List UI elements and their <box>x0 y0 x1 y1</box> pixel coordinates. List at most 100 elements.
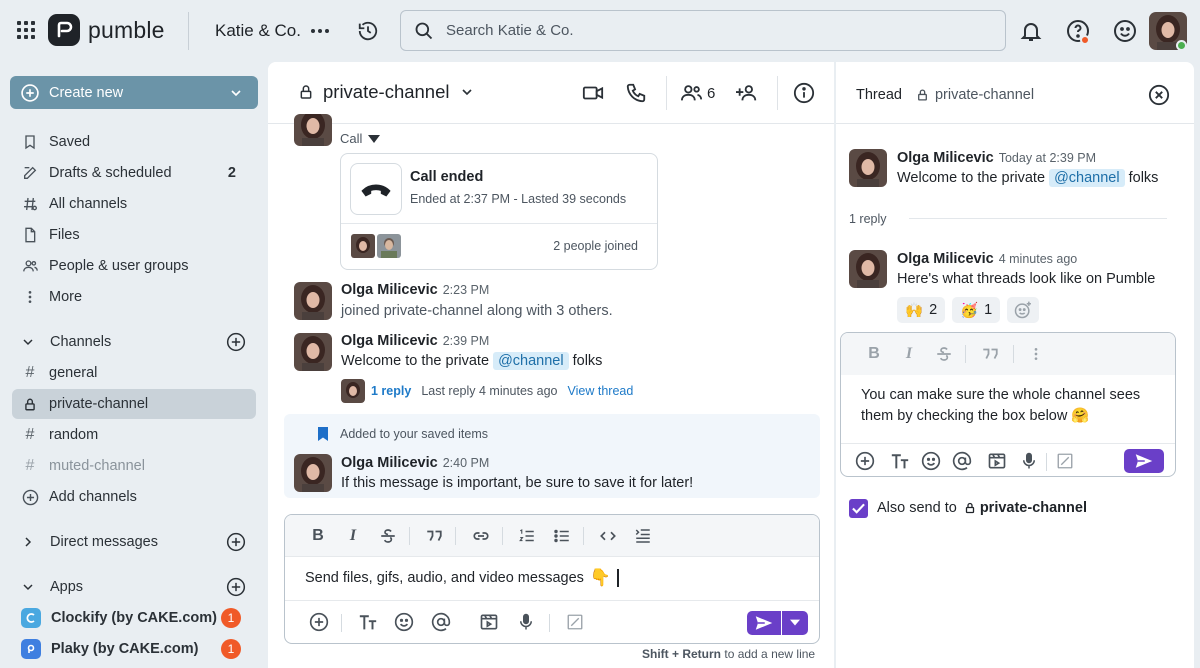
message-time[interactable]: 2:39 PM <box>443 334 490 348</box>
quote-icon[interactable] <box>424 526 444 546</box>
send-options-button[interactable] <box>782 611 808 635</box>
video-clip-icon[interactable] <box>986 450 1008 472</box>
numbered-list-icon[interactable] <box>517 526 537 546</box>
message-author[interactable]: Olga Milicevic <box>341 333 438 349</box>
message-avatar[interactable] <box>849 250 887 288</box>
microphone-icon[interactable] <box>515 611 537 633</box>
sidebar-item-plaky[interactable]: Plaky (by CAKE.com) <box>12 634 256 664</box>
apps-grid-icon[interactable] <box>16 20 36 40</box>
plus-circle-icon[interactable] <box>854 450 876 472</box>
workspace-name[interactable]: Katie & Co. <box>215 21 301 41</box>
message-avatar[interactable] <box>849 149 887 187</box>
message-avatar[interactable] <box>294 333 332 371</box>
bell-icon[interactable] <box>1019 19 1043 43</box>
more-vertical-icon[interactable] <box>1026 344 1046 364</box>
add-channel-icon[interactable] <box>226 332 246 352</box>
bold-icon[interactable]: B <box>308 526 328 546</box>
message-time[interactable]: Today at 2:39 PM <box>999 151 1096 165</box>
strikethrough-icon[interactable] <box>378 526 398 546</box>
add-member-icon[interactable] <box>735 82 757 104</box>
sidebar-item-clockify[interactable]: Clockify (by CAKE.com) <box>12 603 256 633</box>
mention-icon[interactable] <box>951 450 973 472</box>
history-icon[interactable] <box>357 20 379 42</box>
channel-mention[interactable]: @channel <box>1049 169 1125 187</box>
message-time[interactable]: 2:40 PM <box>443 456 490 470</box>
message-author[interactable]: Olga Milicevic <box>897 251 994 267</box>
message-author-row: Olga Milicevic 2:23 PM <box>341 282 489 298</box>
divider <box>409 527 410 545</box>
strikethrough-icon[interactable] <box>934 344 954 364</box>
italic-icon[interactable]: I <box>343 526 363 546</box>
message-time[interactable]: 4 minutes ago <box>999 252 1078 266</box>
channels-section-header[interactable]: Channels <box>20 327 256 357</box>
reaction-chip[interactable]: 🥳 1 <box>952 297 1001 323</box>
link-icon[interactable] <box>471 526 491 546</box>
emoji-icon[interactable] <box>920 450 942 472</box>
sidebar-item-general[interactable]: # general <box>12 358 256 388</box>
message-avatar[interactable] <box>294 282 332 320</box>
message-author[interactable]: Olga Milicevic <box>341 455 438 471</box>
emoji-icon[interactable] <box>393 611 415 633</box>
channel-title-button[interactable]: private-channel <box>298 81 475 103</box>
draw-icon[interactable] <box>1054 450 1076 472</box>
message-avatar[interactable] <box>294 454 332 492</box>
also-send-checkbox[interactable] <box>849 499 868 518</box>
caret-down-icon[interactable] <box>368 134 381 144</box>
bold-icon[interactable]: B <box>864 344 884 364</box>
microphone-icon[interactable] <box>1018 450 1040 472</box>
channel-mention[interactable]: @channel <box>493 352 569 370</box>
sidebar-item-all-channels[interactable]: All channels <box>12 189 256 219</box>
sidebar-item-random[interactable]: # random <box>12 420 256 450</box>
direct-messages-section-header[interactable]: Direct messages <box>20 527 256 557</box>
add-direct-message-icon[interactable] <box>226 532 246 552</box>
sidebar-item-muted-channel[interactable]: # muted-channel <box>12 451 256 481</box>
bullet-list-icon[interactable] <box>552 526 572 546</box>
phone-call-icon[interactable] <box>625 82 647 104</box>
thread-send-button[interactable] <box>1124 449 1164 473</box>
sidebar-item-files[interactable]: Files <box>12 220 256 250</box>
composer-input[interactable]: Send files, gifs, audio, and video messa… <box>305 568 619 588</box>
emoji-status-icon[interactable] <box>1113 19 1137 43</box>
code-block-icon[interactable] <box>633 526 653 546</box>
search-bar[interactable]: Search Katie & Co. <box>400 10 1006 51</box>
text-format-icon[interactable] <box>357 611 379 633</box>
message-author[interactable]: Olga Milicevic <box>897 150 994 166</box>
sidebar-item-saved[interactable]: Saved <box>12 127 256 157</box>
sidebar-item-more[interactable]: More <box>12 282 256 312</box>
thread-channel-link[interactable]: private-channel <box>916 87 1034 103</box>
draw-icon[interactable] <box>564 611 586 633</box>
reaction-chip[interactable]: 🙌 2 <box>897 297 946 323</box>
message-time[interactable]: 2:23 PM <box>443 283 490 297</box>
sidebar-item-private-channel[interactable]: private-channel <box>12 389 256 419</box>
send-button[interactable] <box>747 611 781 635</box>
add-reaction-button[interactable] <box>1007 297 1039 323</box>
italic-icon[interactable]: I <box>899 344 919 364</box>
view-thread-link[interactable]: View thread <box>568 384 634 398</box>
add-app-icon[interactable] <box>226 577 246 597</box>
video-clip-icon[interactable] <box>478 611 500 633</box>
thread-composer-input[interactable]: You can make sure the whole channel sees… <box>861 385 1161 427</box>
sidebar-item-people[interactable]: People & user groups <box>12 251 256 281</box>
plus-circle-icon[interactable] <box>308 611 330 633</box>
pumble-logo[interactable]: pumble <box>48 14 165 46</box>
mention-icon[interactable] <box>430 611 452 633</box>
search-input[interactable]: Search Katie & Co. <box>446 22 574 39</box>
reaction-emoji: 🙌 <box>905 302 924 319</box>
sidebar-item-drafts[interactable]: Drafts & scheduled 2 <box>12 158 256 188</box>
info-icon[interactable] <box>793 82 815 104</box>
create-new-button[interactable]: Create new <box>10 76 258 109</box>
reply-count-link[interactable]: 1 reply <box>371 384 411 398</box>
members-button[interactable]: 6 <box>680 82 730 104</box>
add-channels-button[interactable]: Add channels <box>12 482 256 512</box>
code-icon[interactable] <box>598 526 618 546</box>
apps-section-header[interactable]: Apps <box>20 572 256 602</box>
text-format-icon[interactable] <box>889 450 911 472</box>
lock-icon <box>298 83 314 101</box>
add-reaction-icon <box>1013 300 1033 320</box>
close-thread-icon[interactable] <box>1148 84 1170 106</box>
workspace-menu-icon[interactable] <box>309 22 331 40</box>
video-call-icon[interactable] <box>582 82 604 104</box>
quote-icon[interactable] <box>980 344 1000 364</box>
message-avatar[interactable] <box>294 114 332 146</box>
message-author[interactable]: Olga Milicevic <box>341 282 438 298</box>
